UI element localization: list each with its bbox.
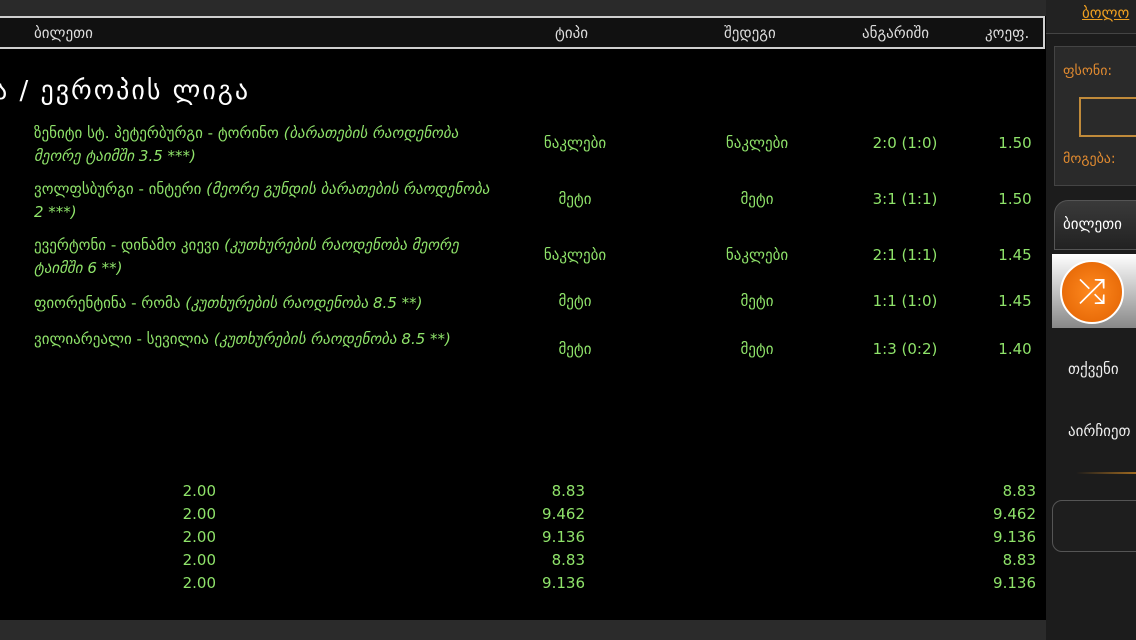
tickets-tab[interactable]: ბილეთი xyxy=(1063,215,1122,233)
summary-stake: 2.00 xyxy=(182,574,216,592)
summary-stake: 2.00 xyxy=(182,505,216,523)
summary-win: 8.83 xyxy=(1002,482,1036,500)
event-teams: ვოლფსბურგი - ინტერი xyxy=(34,180,202,198)
bet-type: მეტი xyxy=(558,292,592,310)
match-score: 2:1 (1:1) xyxy=(872,246,938,264)
event-teams: ვილიარეალი - სევილია xyxy=(34,330,209,348)
yours-label: თქვენი xyxy=(1068,360,1119,378)
shuffle-icon: ⤮ xyxy=(1060,260,1124,324)
event-name: ვილიარეალი - სევილია (კუთხურების რაოდენო… xyxy=(34,328,494,351)
match-score: 2:0 (1:0) xyxy=(872,134,938,152)
odds: 1.45 xyxy=(998,292,1032,310)
stake-input[interactable] xyxy=(1079,97,1136,137)
win-label: მოგება: xyxy=(1063,151,1116,167)
bet-result: ნაკლები xyxy=(725,246,789,264)
summary-total: 9.136 xyxy=(542,528,585,546)
event-teams: ზენიტი სტ. პეტერბურგი - ტორინო xyxy=(34,124,279,142)
summary-stake: 2.00 xyxy=(182,551,216,569)
summary-total: 9.462 xyxy=(542,505,585,523)
bet-result: მეტი xyxy=(740,292,774,310)
event-teams: ევერტონი - დინამო კიევი xyxy=(34,236,220,254)
shuffle-button[interactable]: ⤮ xyxy=(1052,254,1136,328)
last-tab[interactable]: ბოლო xyxy=(1082,4,1129,22)
action-button[interactable] xyxy=(1052,500,1136,552)
match-score: 1:1 (1:0) xyxy=(872,292,938,310)
event-name: ვოლფსბურგი - ინტერი (მეორე გუნდის ბარათე… xyxy=(34,178,494,224)
match-score: 3:1 (1:1) xyxy=(872,190,938,208)
match-score: 1:3 (0:2) xyxy=(872,340,938,358)
col-odds: კოეფ. xyxy=(985,24,1030,42)
odds: 1.45 xyxy=(998,246,1032,264)
col-score: ანგარიში xyxy=(862,24,930,42)
summary-total: 9.136 xyxy=(542,574,585,592)
sidebar: ბოლო ფსონი: მოგება: ბილეთი ⤮ თქვენი აირჩ… xyxy=(1046,0,1136,640)
event-market: (კუთხურების რაოდენობა 8.5 **) xyxy=(213,330,451,348)
top-strip xyxy=(0,0,1046,16)
stake-label: ფსონი: xyxy=(1063,63,1113,79)
event-teams: ფიორენტინა - რომა xyxy=(34,294,181,312)
event-name: ზენიტი სტ. პეტერბურგი - ტორინო (ბარათები… xyxy=(34,122,494,168)
col-ticket: ბილეთი xyxy=(34,24,93,42)
summary-stake: 2.00 xyxy=(182,528,216,546)
table-header: ბილეთი ტიპი შედეგი ანგარიში კოეფ. xyxy=(0,16,1045,49)
odds: 1.50 xyxy=(998,190,1032,208)
league-title: ა / ევროპის ლიგა xyxy=(0,76,251,106)
bottom-bar xyxy=(0,620,1046,640)
event-name: ევერტონი - დინამო კიევი (კუთხურების რაოდ… xyxy=(34,234,494,280)
odds: 1.50 xyxy=(998,134,1032,152)
event-name: ფიორენტინა - რომა (კუთხურების რაოდენობა … xyxy=(34,292,494,315)
summary-win: 9.462 xyxy=(993,505,1036,523)
col-result: შედეგი xyxy=(724,24,776,42)
odds: 1.40 xyxy=(998,340,1032,358)
tickets-panel: ბილეთი ტიპი შედეგი ანგარიში კოეფ. ა / ევ… xyxy=(0,0,1046,620)
summary-stake: 2.00 xyxy=(182,482,216,500)
summary-win: 8.83 xyxy=(1002,551,1036,569)
col-type: ტიპი xyxy=(555,24,588,42)
summary-win: 9.136 xyxy=(993,528,1036,546)
summary-win: 9.136 xyxy=(993,574,1036,592)
bet-type: მეტი xyxy=(558,190,592,208)
summary-total: 8.83 xyxy=(551,482,585,500)
bet-result: ნაკლები xyxy=(725,134,789,152)
bet-type: ნაკლები xyxy=(543,134,607,152)
bet-result: მეტი xyxy=(740,190,774,208)
bet-type: ნაკლები xyxy=(543,246,607,264)
bet-type: მეტი xyxy=(558,340,592,358)
bet-result: მეტი xyxy=(740,340,774,358)
summary-total: 8.83 xyxy=(551,551,585,569)
event-market: (კუთხურების რაოდენობა 8.5 **) xyxy=(185,294,423,312)
choose-label: აირჩიეთ xyxy=(1068,422,1131,440)
